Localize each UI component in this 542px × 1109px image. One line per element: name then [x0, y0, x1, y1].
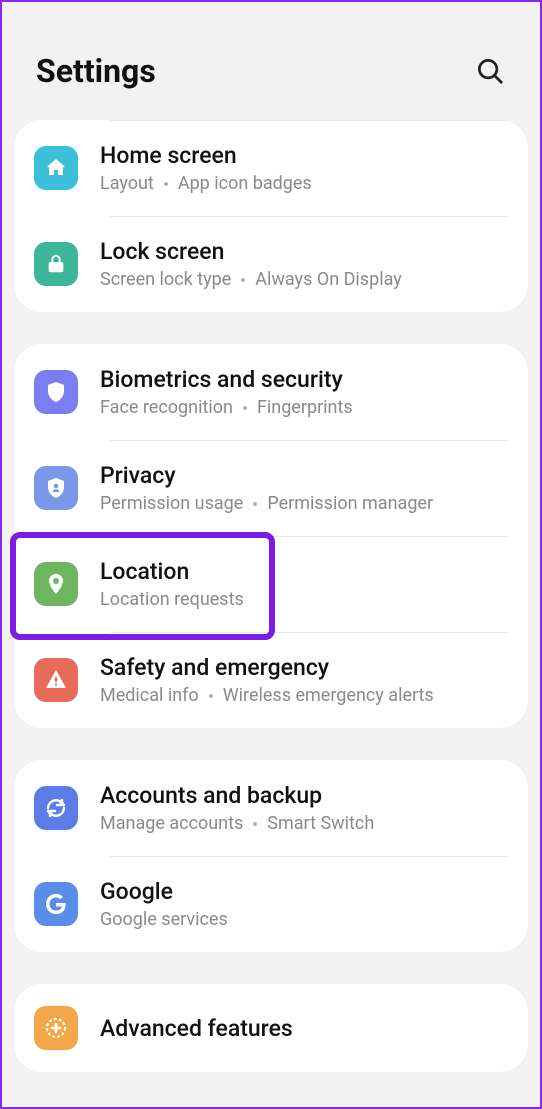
privacy-icon [34, 466, 78, 510]
settings-item-subtitle-part: App icon badges [178, 173, 312, 194]
settings-item-subtitle-part: Google services [100, 909, 228, 930]
settings-item-safety[interactable]: Safety and emergency Medical info Wireless… [14, 632, 528, 728]
separator-dot [209, 694, 213, 698]
settings-item-subtitle-part: Screen lock type [100, 269, 231, 290]
separator-dot [243, 406, 247, 410]
settings-item-subtitle: Face recognition Fingerprints [100, 397, 353, 418]
plus-icon [34, 1006, 78, 1050]
separator-dot [241, 278, 245, 282]
page-title: Settings [36, 52, 156, 90]
settings-item-google[interactable]: Google Google services [14, 856, 528, 952]
settings-item-title: Safety and emergency [100, 654, 434, 681]
settings-item-subtitle-part: Face recognition [100, 397, 233, 418]
settings-item-subtitle-part: Permission usage [100, 493, 243, 514]
separator-dot [253, 822, 257, 826]
settings-item-lock-screen[interactable]: Lock screen Screen lock type Always On Dis… [14, 216, 528, 312]
settings-item-text: Safety and emergency Medical info Wireless… [100, 654, 434, 706]
settings-item-title: Home screen [100, 142, 312, 169]
settings-item-privacy[interactable]: Privacy Permission usage Permission manage… [14, 440, 528, 536]
separator-dot [253, 502, 257, 506]
settings-item-text: Location Location requests [100, 558, 244, 610]
settings-item-subtitle: Google services [100, 909, 228, 930]
google-icon [34, 882, 78, 926]
settings-item-subtitle: Screen lock type Always On Display [100, 269, 402, 290]
settings-item-text: Home screen Layout App icon badges [100, 142, 312, 194]
search-button[interactable] [474, 55, 506, 87]
settings-item-subtitle-part: Location requests [100, 589, 244, 610]
settings-group: Advanced features [14, 984, 528, 1072]
settings-group: Home screen Layout App icon badges Lock scr… [14, 120, 528, 312]
settings-item-biometrics[interactable]: Biometrics and securityFace recognitionF… [14, 344, 528, 440]
settings-item-text: Biometrics and securityFace recognitionF… [100, 366, 353, 418]
settings-item-title: Privacy [100, 462, 433, 489]
settings-item-subtitle-part: Permission manager [267, 493, 433, 514]
settings-item-subtitle: Medical info Wireless emergency alerts [100, 685, 434, 706]
settings-item-subtitle: Manage accounts Smart Switch [100, 813, 374, 834]
settings-item-subtitle: Location requests [100, 589, 244, 610]
alert-icon [34, 658, 78, 702]
pin-icon [34, 562, 78, 606]
settings-item-text: Accounts and backup Manage accounts Smart … [100, 782, 374, 834]
settings-item-location[interactable]: Location Location requests [14, 536, 528, 632]
settings-item-subtitle-part: Always On Display [255, 269, 402, 290]
settings-group: Biometrics and securityFace recognitionF… [14, 344, 528, 728]
settings-item-subtitle: Layout App icon badges [100, 173, 312, 194]
settings-item-subtitle-part: Wireless emergency alerts [223, 685, 434, 706]
search-icon [475, 56, 505, 86]
settings-item-text: Privacy Permission usage Permission manage… [100, 462, 433, 514]
settings-item-subtitle-part: Layout [100, 173, 154, 194]
settings-group: Accounts and backup Manage accounts Smart … [14, 760, 528, 952]
settings-item-title: Biometrics and security [100, 366, 353, 393]
settings-item-text: Google Google services [100, 878, 228, 930]
settings-item-accounts[interactable]: Accounts and backup Manage accounts Smart … [14, 760, 528, 856]
home-icon [34, 146, 78, 190]
separator-dot [164, 182, 168, 186]
settings-item-text: Lock screen Screen lock type Always On Dis… [100, 238, 402, 290]
settings-item-title: Lock screen [100, 238, 402, 265]
sync-icon [34, 786, 78, 830]
settings-item-title: Accounts and backup [100, 782, 374, 809]
settings-item-subtitle-part: Medical info [100, 685, 199, 706]
settings-item-title: Advanced features [100, 1015, 293, 1042]
lock-icon [34, 242, 78, 286]
settings-item-advanced[interactable]: Advanced features [14, 984, 528, 1072]
settings-item-title: Location [100, 558, 244, 585]
settings-item-subtitle-part: Manage accounts [100, 813, 243, 834]
settings-item-text: Advanced features [100, 1015, 293, 1042]
settings-item-home-screen[interactable]: Home screen Layout App icon badges [14, 120, 528, 216]
settings-item-subtitle-part: Fingerprints [257, 397, 353, 418]
settings-item-title: Google [100, 878, 228, 905]
settings-item-subtitle-part: Smart Switch [267, 813, 374, 834]
shield-icon [34, 370, 78, 414]
settings-item-subtitle: Permission usage Permission manager [100, 493, 433, 514]
